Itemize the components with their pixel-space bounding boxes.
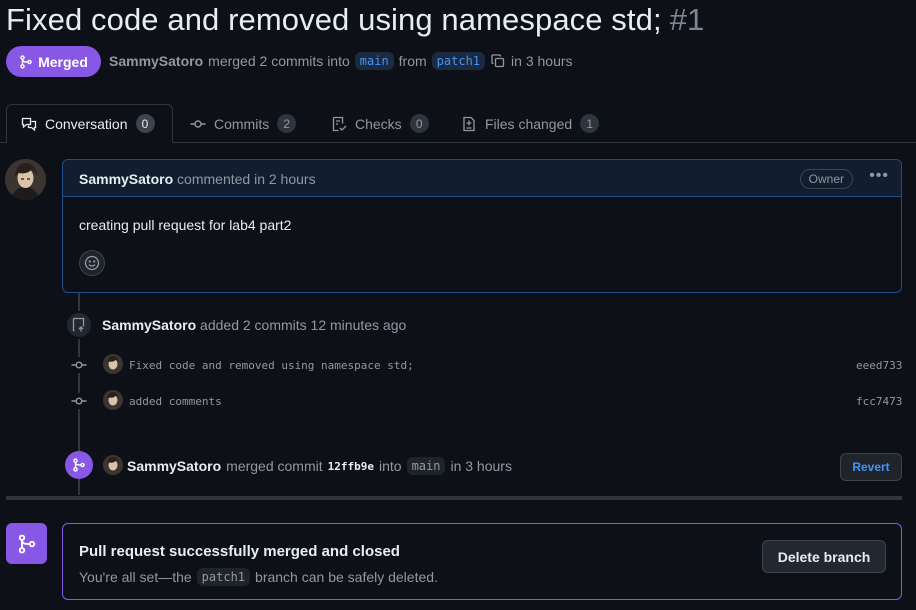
tab-files-changed[interactable]: Files changed 1: [461, 104, 600, 143]
git-commit-icon: [71, 357, 87, 373]
tab-counter: 0: [409, 114, 429, 133]
repo-push-icon: [65, 311, 93, 339]
pr-author-link[interactable]: SammySatoro: [109, 53, 203, 69]
commit-message-link[interactable]: added comments: [129, 395, 222, 408]
merger-avatar[interactable]: [103, 455, 123, 475]
pr-title: Fixed code and removed using namespace s…: [6, 2, 704, 38]
comment-card: SammySatoro commented in 2 hours Owner •…: [62, 159, 902, 293]
merged-status-label: Merged: [38, 53, 88, 70]
commit-sha-link[interactable]: eeed733: [856, 359, 902, 372]
merge-event-desc: merged commit: [226, 458, 323, 474]
pr-merged-text: merged 2 commits into: [208, 53, 350, 69]
tab-label: Checks: [355, 115, 402, 132]
merged-box-title: Pull request successfully merged and clo…: [79, 543, 400, 560]
merge-event-text: SammySatoro merged commit 12ffb9e into m…: [127, 457, 512, 475]
tab-label: Commits: [214, 115, 270, 132]
from-text: from: [398, 53, 427, 69]
commit-message-link[interactable]: Fixed code and removed using namespace s…: [129, 359, 414, 372]
push-author-link[interactable]: SammySatoro: [102, 317, 196, 333]
tab-checks[interactable]: Checks 0: [331, 104, 429, 143]
merge-branch-label[interactable]: main: [406, 457, 446, 475]
head-branch-label[interactable]: patch1: [431, 52, 486, 70]
checklist-icon: [332, 116, 347, 131]
comment-action: commented in 2 hours: [177, 171, 316, 187]
tab-counter: 0: [135, 114, 155, 133]
tab-commits[interactable]: Commits 2: [190, 104, 297, 143]
comment-header: SammySatoro commented in 2 hours Owner •…: [63, 160, 901, 197]
pr-time: in 3 hours: [511, 53, 573, 69]
tab-label: Conversation: [45, 115, 128, 132]
tab-counter: 2: [277, 114, 297, 133]
commit-author-avatar[interactable]: [103, 390, 123, 410]
comment-header-text: SammySatoro commented in 2 hours: [79, 171, 316, 187]
conversation-icon: [21, 117, 37, 131]
merge-author-link[interactable]: SammySatoro: [127, 458, 221, 474]
pr-title-text: Fixed code and removed using namespace s…: [6, 2, 662, 37]
git-merge-icon: [65, 451, 93, 479]
file-diff-icon: [463, 116, 475, 131]
merge-into-text: into: [378, 458, 402, 474]
owner-badge: Owner: [799, 169, 853, 189]
merged-box-sub-after: branch can be safely deleted.: [255, 569, 438, 585]
commit-author-avatar[interactable]: [103, 354, 123, 374]
delete-branch-button[interactable]: Delete branch: [762, 540, 886, 573]
comment-author-link[interactable]: SammySatoro: [79, 171, 173, 187]
git-merge-icon: [20, 54, 32, 69]
timeline-divider: [6, 496, 902, 500]
commit-icon: [190, 119, 206, 128]
git-commit-icon: [71, 393, 87, 409]
tab-counter: 1: [580, 114, 600, 133]
git-merge-icon: [6, 523, 47, 564]
comment-body: creating pull request for lab4 part2: [79, 217, 292, 233]
kebab-menu-icon[interactable]: •••: [869, 167, 889, 185]
merged-box-subtitle: You're all set—the patch1 branch can be …: [79, 568, 438, 586]
smiley-icon: [84, 255, 100, 271]
add-reaction-button[interactable]: [79, 250, 105, 276]
tab-label: Files changed: [485, 115, 573, 132]
revert-button[interactable]: Revert: [840, 453, 902, 481]
merged-box-branch-label[interactable]: patch1: [196, 568, 251, 586]
merged-status-box: Pull request successfully merged and clo…: [62, 523, 902, 600]
merged-box-sub-before: You're all set—the: [79, 569, 192, 585]
base-branch-label[interactable]: main: [354, 52, 394, 70]
copy-icon[interactable]: [490, 53, 506, 69]
merge-commit-sha-link[interactable]: 12ffb9e: [328, 460, 374, 473]
commit-sha-link[interactable]: fcc7473: [856, 395, 902, 408]
push-event-desc: added 2 commits 12 minutes ago: [200, 317, 407, 333]
tab-conversation[interactable]: Conversation 0: [6, 104, 173, 143]
pr-number: #1: [669, 2, 705, 37]
merged-status-badge: Merged: [6, 46, 101, 77]
pr-meta: SammySatoro merged 2 commits into main f…: [109, 52, 573, 70]
push-event-text: SammySatoro added 2 commits 12 minutes a…: [102, 317, 406, 333]
merge-time: in 3 hours: [450, 458, 512, 474]
author-avatar[interactable]: [5, 159, 46, 200]
